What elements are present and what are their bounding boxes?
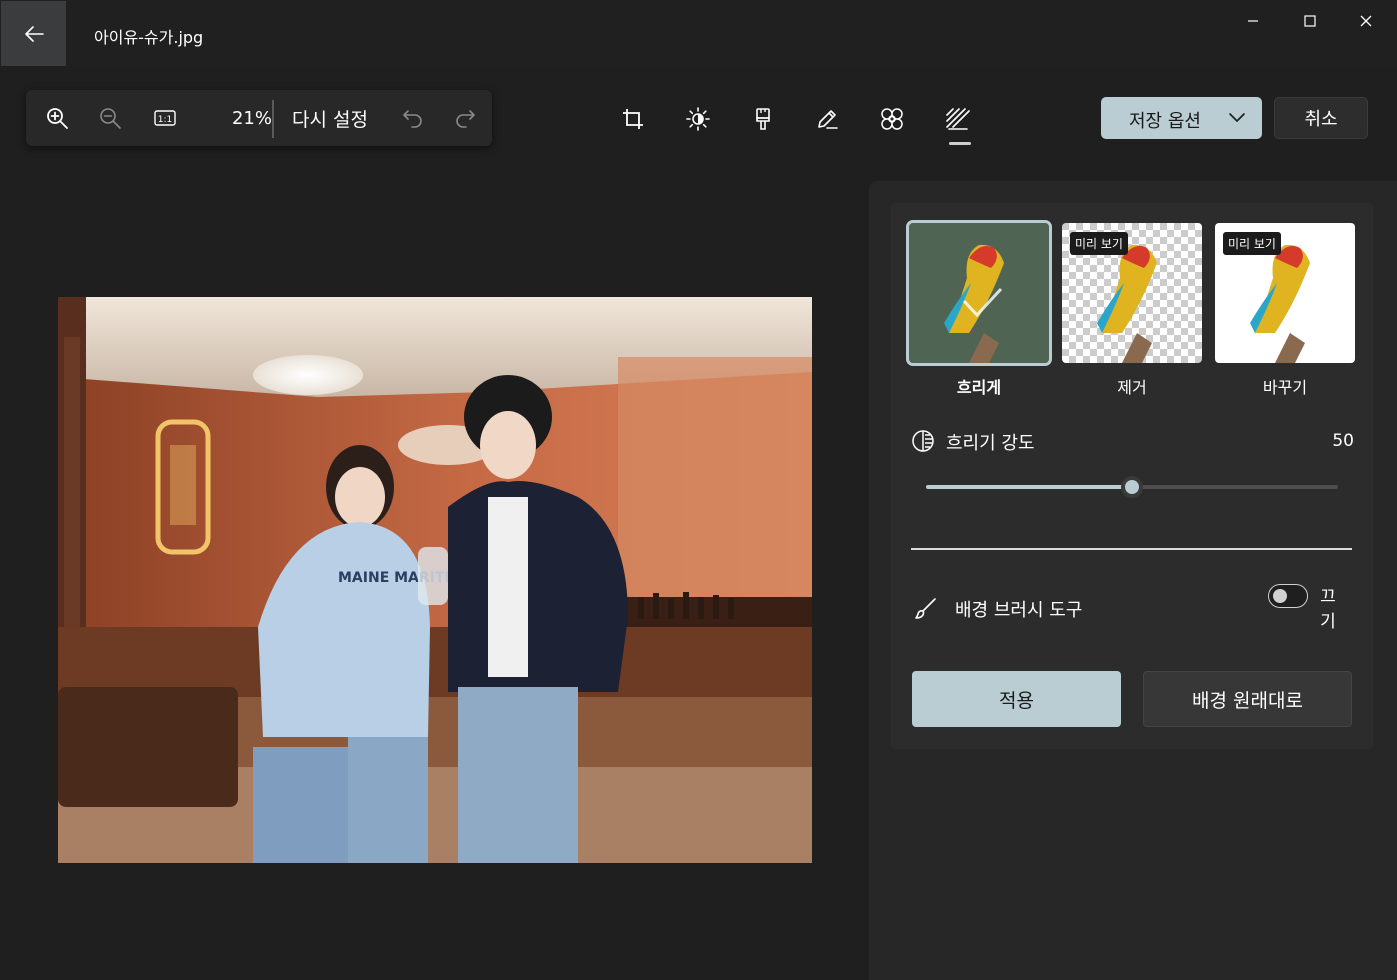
blur-strength-icon — [912, 430, 934, 452]
blur-option-thumbnail[interactable] — [906, 220, 1052, 366]
close-icon — [1360, 15, 1372, 27]
actual-size-button[interactable]: 1:1 — [150, 103, 180, 133]
close-button[interactable] — [1341, 6, 1391, 36]
restore-background-button[interactable]: 배경 원래대로 — [1143, 671, 1352, 727]
crop-tool-button[interactable] — [613, 103, 653, 135]
section-divider — [911, 548, 1352, 550]
toolbar-divider — [272, 100, 274, 138]
minimize-icon — [1248, 20, 1258, 22]
brush-tool-toggle[interactable] — [1268, 584, 1308, 608]
undo-button[interactable] — [398, 103, 428, 133]
back-button[interactable] — [1, 1, 66, 66]
reset-button[interactable]: 다시 설정 — [292, 105, 368, 132]
slider-thumb-core — [1125, 480, 1139, 494]
markup-pen-icon — [818, 110, 838, 129]
redo-button[interactable] — [450, 103, 480, 133]
actual-size-icon: 1:1 — [154, 110, 176, 126]
remove-option-label: 제거 — [1117, 378, 1147, 397]
brush-tool-label: 배경 브러시 도구 — [955, 600, 1083, 621]
brush-icon — [915, 598, 936, 619]
background-tool-button[interactable] — [938, 103, 978, 135]
preview-badge: 미리 보기 — [1223, 232, 1281, 255]
maximize-icon — [1304, 15, 1316, 27]
blur-strength-label: 흐리기 강도 — [946, 433, 1035, 454]
brush-tool-toggle-state: 끄기 — [1320, 587, 1336, 632]
crop-icon — [623, 109, 643, 129]
filter-brush-icon — [756, 108, 770, 130]
zoom-out-button[interactable] — [95, 103, 125, 133]
blur-strength-slider[interactable] — [926, 476, 1338, 498]
toggle-knob — [1273, 589, 1287, 603]
svg-text:1:1: 1:1 — [158, 115, 172, 125]
filter-tool-button[interactable] — [743, 103, 783, 135]
remove-option-thumbnail[interactable]: 미리 보기 — [1062, 223, 1202, 363]
window-title: 아이유-슈가.jpg — [94, 28, 204, 47]
retouch-icon — [881, 108, 903, 130]
blur-option-label: 흐리게 — [956, 378, 1002, 397]
active-tool-indicator — [949, 142, 971, 145]
zoom-in-icon — [47, 108, 68, 129]
save-options-label: 저장 옵션 — [1129, 111, 1201, 132]
retouch-tool-button[interactable] — [872, 103, 912, 135]
chevron-down-icon — [1229, 113, 1245, 122]
adjust-tool-button[interactable] — [678, 103, 718, 135]
zoom-out-icon — [100, 108, 121, 129]
photo-canvas[interactable]: MAINE MARITIME — [58, 297, 812, 863]
markup-tool-button[interactable] — [807, 103, 847, 135]
arrow-left-icon — [24, 25, 44, 42]
replace-option-label: 바꾸기 — [1262, 378, 1308, 397]
title-bar: 아이유-슈가.jpg — [0, 0, 1397, 66]
undo-icon — [403, 110, 422, 128]
zoom-in-button[interactable] — [42, 103, 72, 133]
save-options-button[interactable]: 저장 옵션 — [1101, 97, 1262, 139]
zoom-toolbar: 1:1 21% 다시 설정 — [26, 90, 492, 146]
parrot-blur-image — [909, 223, 1049, 363]
minimize-button[interactable] — [1228, 6, 1278, 36]
cancel-button[interactable]: 취소 — [1274, 97, 1368, 139]
redo-icon — [456, 110, 475, 128]
maximize-button[interactable] — [1285, 6, 1335, 36]
preview-badge: 미리 보기 — [1070, 232, 1128, 255]
background-icon — [946, 108, 970, 130]
edited-photo: MAINE MARITIME — [58, 297, 812, 863]
blur-strength-value: 50 — [1332, 431, 1354, 451]
apply-button[interactable]: 적용 — [912, 671, 1121, 727]
brightness-icon — [686, 107, 710, 131]
slider-fill — [926, 485, 1132, 489]
replace-option-thumbnail[interactable]: 미리 보기 — [1215, 223, 1355, 363]
slider-thumb[interactable] — [1121, 476, 1143, 498]
